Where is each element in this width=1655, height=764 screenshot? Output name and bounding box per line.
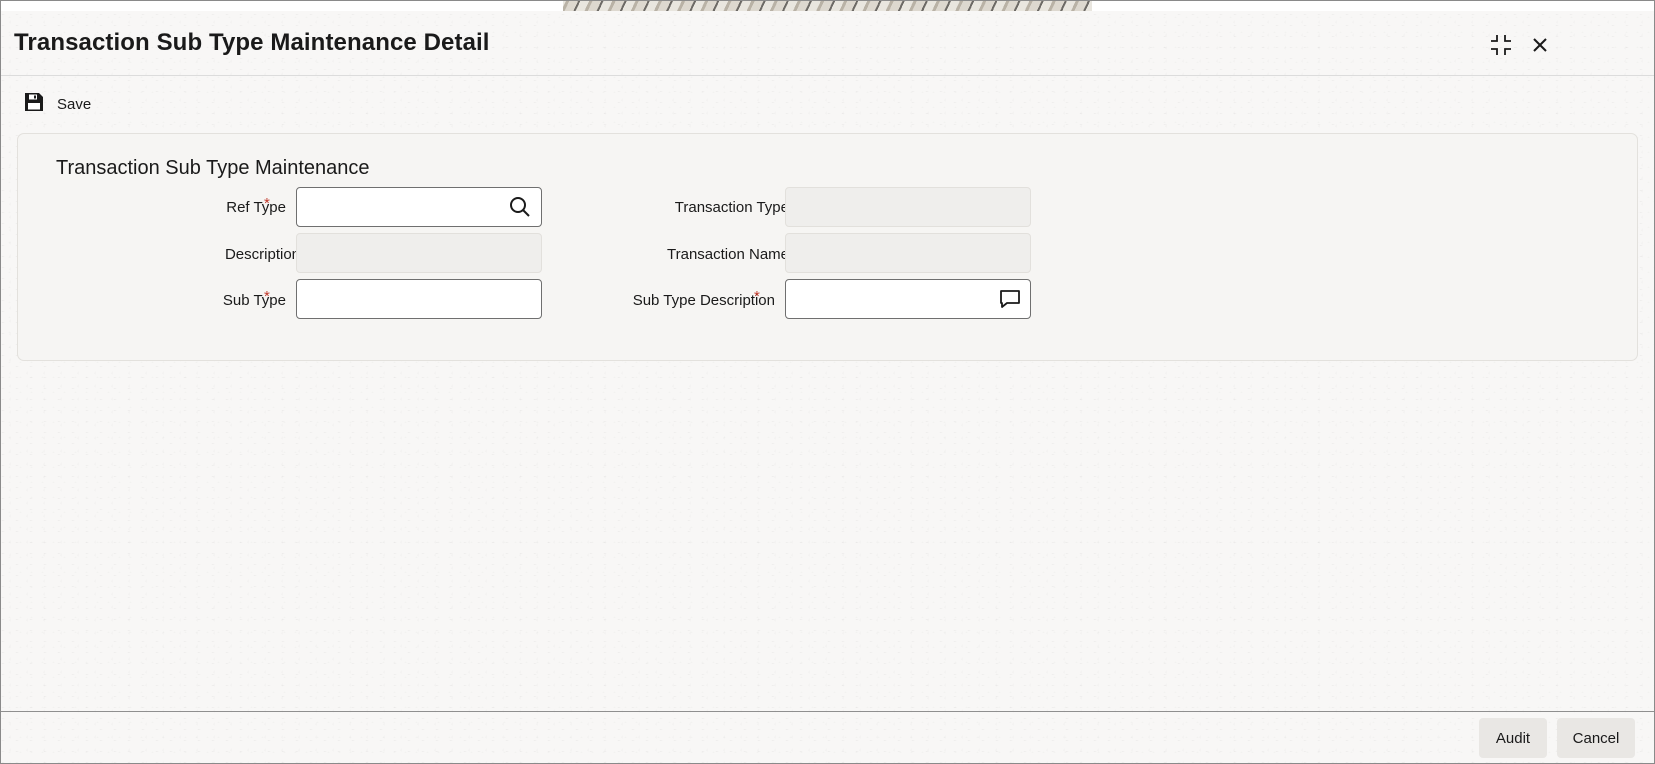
page-title: Transaction Sub Type Maintenance Detail: [14, 29, 490, 56]
description-label: Description: [224, 246, 300, 263]
maintenance-panel: Transaction Sub Type Maintenance Ref Typ…: [17, 133, 1638, 361]
maximize-icon[interactable]: [1487, 31, 1515, 59]
save-label: Save: [57, 95, 92, 113]
speech-bubble-icon[interactable]: [998, 287, 1022, 311]
sub-type-label: Sub Type: [222, 292, 286, 309]
ref-type-label: Ref Type: [226, 199, 286, 216]
transaction-type-label: Transaction Type: [674, 199, 789, 216]
dialog-footer: Audit Cancel: [1, 711, 1654, 764]
description-field: [296, 233, 542, 273]
ref-type-input[interactable]: [296, 187, 542, 227]
decorative-banner-strip: [1, 1, 1654, 11]
floppy-disk-icon: [23, 91, 45, 117]
transaction-name-label: Transaction Name: [667, 246, 789, 263]
dialog-header: Transaction Sub Type Maintenance Detail: [1, 11, 1654, 76]
sub-type-description-required-mark: *: [754, 288, 760, 305]
save-button[interactable]: Save: [23, 91, 91, 117]
section-title: Transaction Sub Type Maintenance: [56, 157, 370, 179]
dialog-window: Transaction Sub Type Maintenance Detail: [0, 0, 1655, 764]
ref-type-required-mark: *: [264, 195, 270, 212]
audit-button[interactable]: Audit: [1479, 718, 1547, 758]
sub-type-required-mark: *: [264, 288, 270, 305]
transaction-name-field: [785, 233, 1031, 273]
close-icon[interactable]: [1526, 31, 1554, 59]
sub-type-description-input[interactable]: [785, 279, 1031, 319]
search-icon[interactable]: [508, 195, 532, 219]
cancel-button[interactable]: Cancel: [1557, 718, 1635, 758]
sub-type-input[interactable]: [296, 279, 542, 319]
transaction-type-field: [785, 187, 1031, 227]
toolbar: Save: [1, 89, 1654, 119]
